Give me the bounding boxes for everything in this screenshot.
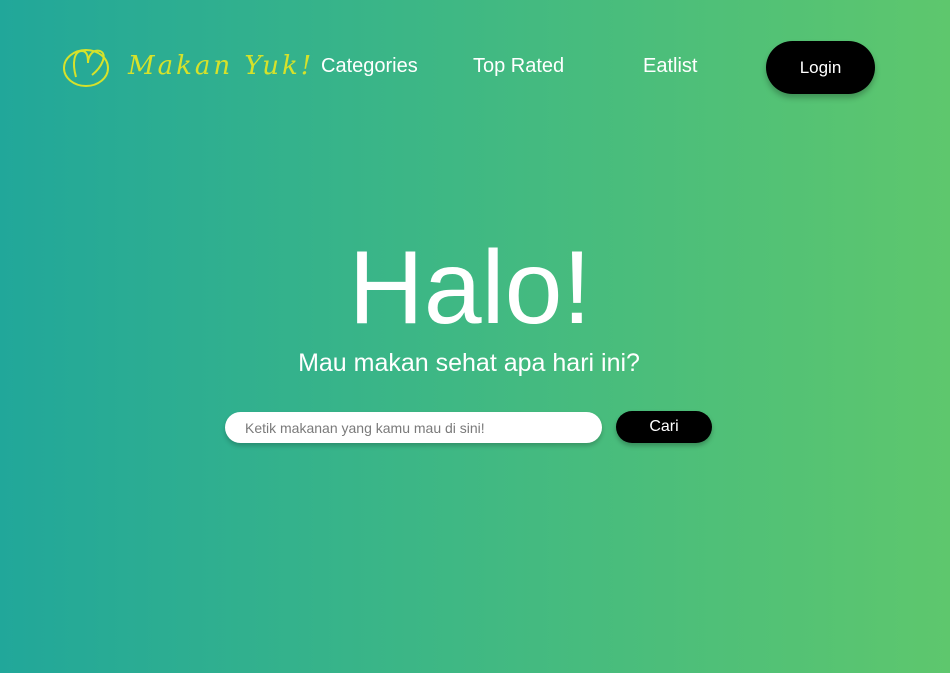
logo-text: Makan Yuk! xyxy=(128,51,315,81)
navbar: Makan Yuk! Categories Top Rated Eatlist … xyxy=(0,0,950,135)
hero-subtitle: Mau makan sehat apa hari ini? xyxy=(298,349,640,377)
hero-title: Halo! xyxy=(348,230,592,346)
login-button[interactable]: Login xyxy=(766,41,875,94)
nav-link-eatlist[interactable]: Eatlist xyxy=(643,55,697,78)
search-input[interactable] xyxy=(225,412,602,443)
nav-link-top-rated[interactable]: Top Rated xyxy=(473,55,564,78)
search-button[interactable]: Cari xyxy=(616,411,712,443)
nav-link-categories[interactable]: Categories xyxy=(321,55,418,78)
logo[interactable]: Makan Yuk! xyxy=(62,42,311,90)
heart-bowl-logo-icon xyxy=(62,43,114,89)
